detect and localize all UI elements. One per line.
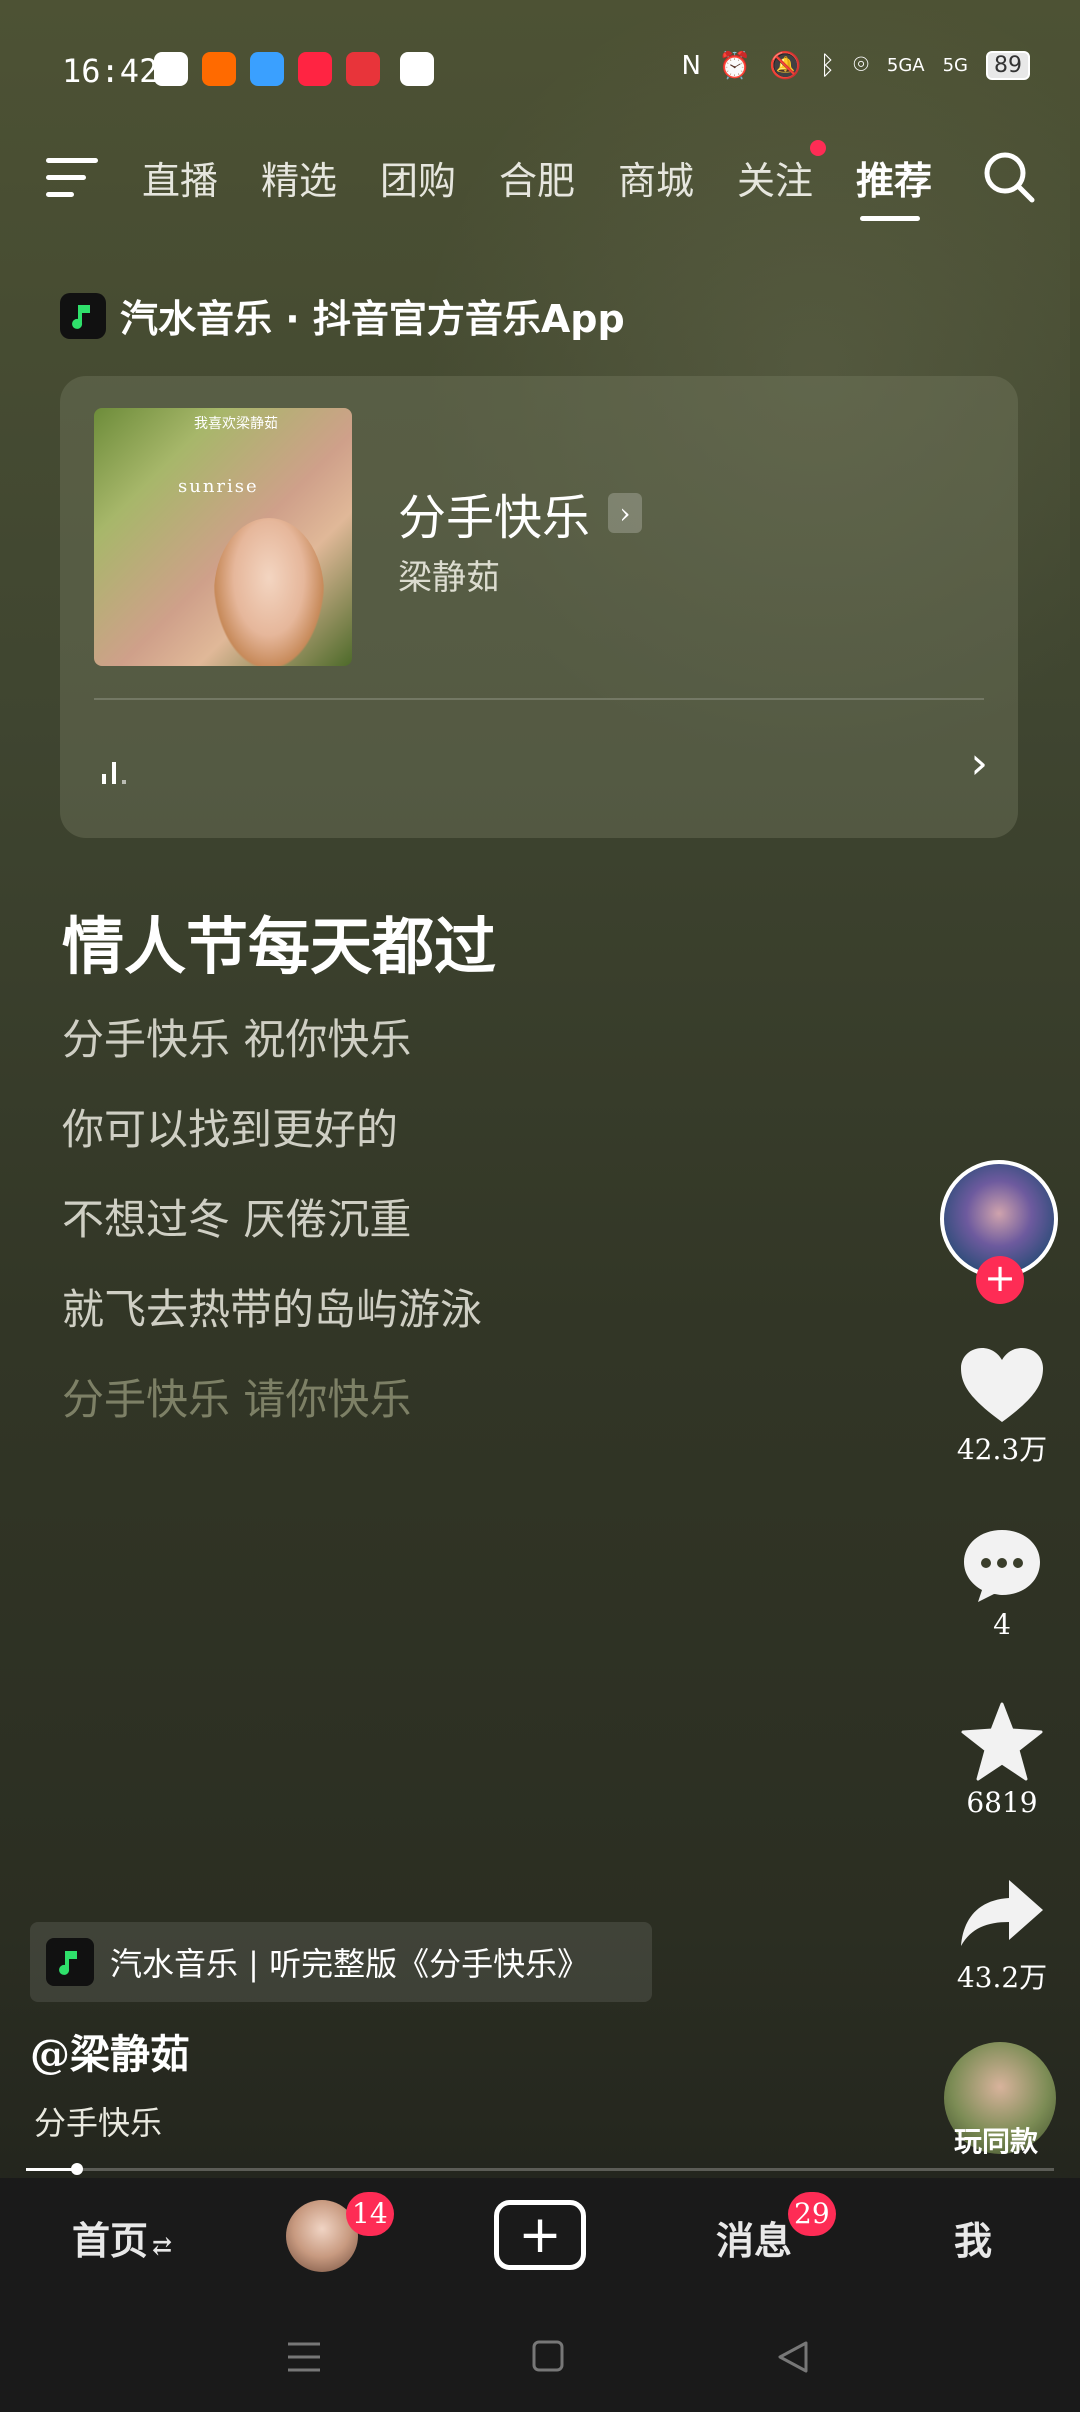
more-notifications-dot: [400, 52, 434, 86]
top-navigation: 直播 精选 团购 合肥 商城 关注 推荐: [0, 140, 1080, 230]
taobao-icon: [202, 52, 236, 86]
bluetooth-icon: ᛒ: [819, 50, 836, 81]
qishui-logo-icon: [60, 292, 106, 339]
xiaohongshu-icon: [298, 52, 332, 86]
album-cover-title: 我喜欢梁静茹: [194, 416, 278, 432]
comment-count: 4: [993, 1608, 1011, 1641]
following-notification-dot: [810, 140, 826, 156]
tab-live[interactable]: 直播: [142, 150, 261, 205]
recents-icon[interactable]: [286, 2340, 322, 2374]
song-title-row[interactable]: 分手快乐 ›: [398, 478, 643, 548]
qishui-logo-icon: [46, 1938, 94, 1986]
card-arrow-icon[interactable]: ›: [970, 738, 988, 789]
music-card[interactable]: 我喜欢梁静茹 sunrise 分手快乐 › 梁静茹 ›: [60, 376, 1018, 838]
nav-messages[interactable]: 消息: [716, 2210, 792, 2265]
lyric-line: 分手快乐 请你快乐: [62, 1375, 412, 1424]
follow-button[interactable]: +: [976, 1256, 1024, 1304]
switch-icon: ⇄: [152, 2231, 173, 2260]
play-same-label[interactable]: 玩同款: [954, 2120, 1038, 2160]
home-icon[interactable]: [532, 2340, 564, 2372]
bottom-navigation: 首页 ⇄ 14 + 消息 29 我: [0, 2178, 1080, 2298]
nav-home[interactable]: 首页 ⇄: [72, 2210, 172, 2265]
comment-button[interactable]: 4: [940, 1526, 1064, 1641]
create-button[interactable]: +: [494, 2200, 586, 2270]
comment-icon: [964, 1530, 1040, 1602]
share-button[interactable]: 43.2万: [940, 1876, 1064, 1996]
music-app-header[interactable]: 汽水音乐 · 抖音官方音乐App: [60, 288, 625, 343]
share-count: 43.2万: [956, 1961, 1048, 1994]
browser-icon: [250, 52, 284, 86]
playback-progress-knob[interactable]: [71, 2163, 84, 2175]
notification-icons: [154, 52, 434, 86]
system-navigation-bar: [0, 2298, 1080, 2412]
search-icon[interactable]: [982, 150, 1036, 204]
friends-badge: 14: [346, 2192, 394, 2236]
signal-5ga-icon: 5GA: [886, 55, 925, 76]
lyric-line: 你可以找到更好的: [62, 1105, 399, 1154]
song-title: 分手快乐: [398, 490, 591, 546]
nfc-icon: N: [681, 50, 701, 81]
tab-featured[interactable]: 精选: [261, 150, 380, 205]
system-icons: N ⏰ 🔕 ᛒ ⌾ 5GA 5G 89: [681, 50, 1030, 81]
heart-icon: [961, 1348, 1043, 1422]
card-divider: [94, 698, 984, 700]
audio-bars-icon: [102, 762, 126, 784]
share-icon: [961, 1880, 1043, 1946]
lyric-line: 就飞去热带的岛屿游泳: [62, 1285, 483, 1334]
lyric-headline: 情人节每天都过: [62, 910, 497, 983]
nav-home-label: 首页: [72, 2218, 149, 2263]
tab-recommended[interactable]: 推荐: [856, 150, 975, 221]
tab-mall[interactable]: 商城: [618, 150, 737, 205]
like-button[interactable]: 42.3万: [940, 1346, 1064, 1468]
nav-me[interactable]: 我: [954, 2210, 992, 2265]
lyric-line: 分手快乐 祝你快乐: [62, 1015, 412, 1064]
album-cover[interactable]: 我喜欢梁静茹 sunrise: [94, 408, 352, 666]
like-count: 42.3万: [956, 1433, 1048, 1466]
playback-progress[interactable]: [26, 2163, 1054, 2175]
music-promo-text: 汽水音乐 | 听完整版《分手快乐》: [110, 1945, 590, 1983]
menu-icon[interactable]: [46, 158, 98, 200]
music-promo-bar[interactable]: 汽水音乐 | 听完整版《分手快乐》: [30, 1922, 652, 2002]
signal-5g-icon: 5G: [942, 55, 968, 76]
author-name[interactable]: @梁静茹: [30, 2022, 190, 2080]
music-app-header-text: 汽水音乐 · 抖音官方音乐App: [120, 297, 625, 341]
tab-following[interactable]: 关注: [737, 150, 856, 205]
alarm-icon: ⏰: [718, 50, 752, 81]
location-icon: ⌾: [853, 50, 869, 80]
star-icon: [961, 1702, 1043, 1781]
status-bar: 16:42 N ⏰ 🔕 ᛒ ⌾ 5GA 5G 89: [0, 0, 1080, 140]
tab-group-buy[interactable]: 团购: [380, 150, 499, 205]
toutiao-icon: [346, 52, 380, 86]
status-time: 16:42: [62, 52, 159, 90]
favorite-button[interactable]: 6819: [940, 1702, 1064, 1819]
chevron-right-icon: ›: [608, 493, 643, 533]
video-description: 分手快乐: [34, 2104, 163, 2142]
favorite-count: 6819: [966, 1786, 1038, 1819]
playback-progress-fill: [26, 2168, 78, 2171]
tab-local[interactable]: 合肥: [499, 150, 618, 205]
messages-badge: 29: [788, 2192, 836, 2236]
song-artist: 梁静茹: [398, 558, 500, 598]
lyric-line: 不想过冬 厌倦沉重: [62, 1195, 412, 1244]
battery-icon: 89: [986, 51, 1030, 80]
album-cover-word: sunrise: [178, 476, 259, 497]
mute-icon: 🔕: [769, 50, 802, 81]
album-cover-portrait: [214, 518, 324, 666]
qq-icon: [154, 52, 188, 86]
back-icon[interactable]: [776, 2340, 810, 2374]
tab-bar: 直播 精选 团购 合肥 商城 关注 推荐: [142, 150, 975, 221]
